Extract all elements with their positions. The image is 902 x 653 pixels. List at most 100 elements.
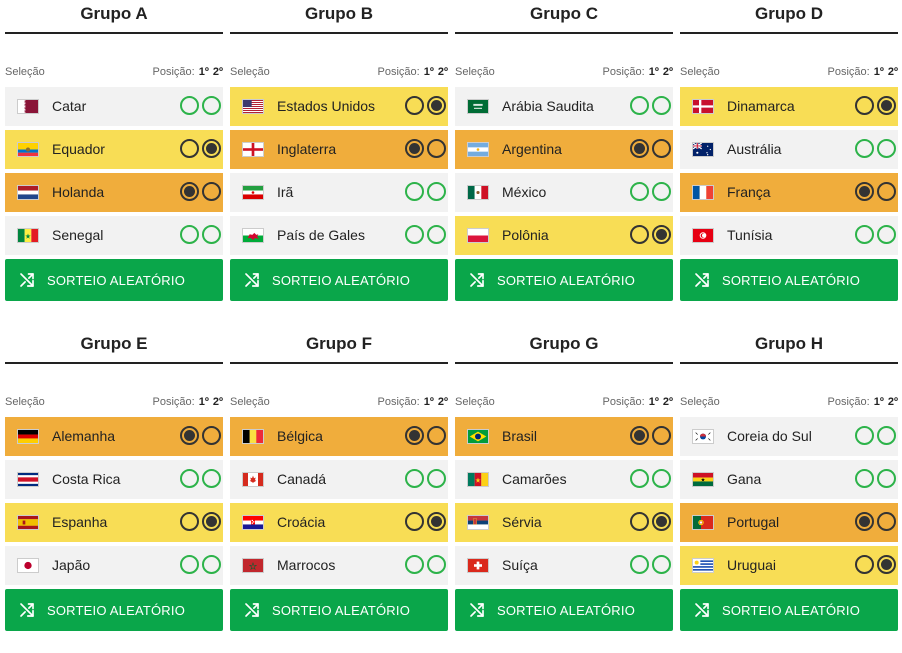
team-row[interactable]: Bélgica: [230, 417, 448, 456]
first-place-radio[interactable]: [180, 469, 199, 488]
random-draw-button[interactable]: SORTEIO ALEATÓRIO: [5, 259, 223, 301]
team-row[interactable]: Austrália: [680, 130, 898, 169]
first-place-radio[interactable]: [855, 182, 874, 201]
random-draw-button[interactable]: SORTEIO ALEATÓRIO: [680, 259, 898, 301]
team-row[interactable]: Espanha: [5, 503, 223, 542]
second-place-radio[interactable]: [202, 225, 221, 244]
second-place-radio[interactable]: [652, 555, 671, 574]
team-row[interactable]: Marrocos: [230, 546, 448, 585]
first-place-radio[interactable]: [180, 96, 199, 115]
team-row[interactable]: País de Gales: [230, 216, 448, 255]
first-place-radio[interactable]: [630, 469, 649, 488]
team-row[interactable]: Polônia: [455, 216, 673, 255]
team-row[interactable]: Inglaterra: [230, 130, 448, 169]
team-row[interactable]: Portugal: [680, 503, 898, 542]
first-place-radio[interactable]: [180, 555, 199, 574]
random-draw-button[interactable]: SORTEIO ALEATÓRIO: [455, 589, 673, 631]
first-place-radio[interactable]: [405, 426, 424, 445]
team-row[interactable]: Arábia Saudita: [455, 87, 673, 126]
second-place-radio[interactable]: [202, 96, 221, 115]
first-place-radio[interactable]: [855, 426, 874, 445]
first-place-radio[interactable]: [855, 555, 874, 574]
random-draw-button[interactable]: SORTEIO ALEATÓRIO: [230, 589, 448, 631]
team-row[interactable]: Irã: [230, 173, 448, 212]
second-place-radio[interactable]: [652, 426, 671, 445]
first-place-radio[interactable]: [855, 512, 874, 531]
second-place-radio[interactable]: [427, 469, 446, 488]
first-place-radio[interactable]: [405, 96, 424, 115]
second-place-radio[interactable]: [427, 139, 446, 158]
second-place-radio[interactable]: [877, 512, 896, 531]
first-place-radio[interactable]: [855, 139, 874, 158]
second-place-radio[interactable]: [652, 469, 671, 488]
first-place-radio[interactable]: [630, 225, 649, 244]
second-place-radio[interactable]: [877, 469, 896, 488]
second-place-radio[interactable]: [427, 96, 446, 115]
first-place-radio[interactable]: [405, 512, 424, 531]
second-place-radio[interactable]: [427, 225, 446, 244]
team-row[interactable]: Equador: [5, 130, 223, 169]
first-place-radio[interactable]: [630, 512, 649, 531]
team-row[interactable]: Dinamarca: [680, 87, 898, 126]
team-row[interactable]: México: [455, 173, 673, 212]
first-place-radio[interactable]: [180, 139, 199, 158]
first-place-radio[interactable]: [180, 225, 199, 244]
team-row[interactable]: Gana: [680, 460, 898, 499]
first-place-radio[interactable]: [630, 555, 649, 574]
second-place-radio[interactable]: [427, 512, 446, 531]
first-place-radio[interactable]: [855, 469, 874, 488]
team-row[interactable]: Holanda: [5, 173, 223, 212]
team-row[interactable]: França: [680, 173, 898, 212]
second-place-radio[interactable]: [877, 225, 896, 244]
second-place-radio[interactable]: [877, 426, 896, 445]
first-place-radio[interactable]: [180, 512, 199, 531]
first-place-radio[interactable]: [405, 225, 424, 244]
second-place-radio[interactable]: [652, 139, 671, 158]
second-place-radio[interactable]: [202, 555, 221, 574]
second-place-radio[interactable]: [652, 225, 671, 244]
team-row[interactable]: Argentina: [455, 130, 673, 169]
first-place-radio[interactable]: [405, 182, 424, 201]
first-place-radio[interactable]: [630, 426, 649, 445]
random-draw-button[interactable]: SORTEIO ALEATÓRIO: [455, 259, 673, 301]
team-row[interactable]: Brasil: [455, 417, 673, 456]
second-place-radio[interactable]: [202, 182, 221, 201]
team-row[interactable]: Croácia: [230, 503, 448, 542]
second-place-radio[interactable]: [202, 426, 221, 445]
random-draw-button[interactable]: SORTEIO ALEATÓRIO: [230, 259, 448, 301]
random-draw-button[interactable]: SORTEIO ALEATÓRIO: [5, 589, 223, 631]
first-place-radio[interactable]: [630, 96, 649, 115]
first-place-radio[interactable]: [855, 96, 874, 115]
second-place-radio[interactable]: [202, 512, 221, 531]
second-place-radio[interactable]: [652, 512, 671, 531]
team-row[interactable]: Costa Rica: [5, 460, 223, 499]
second-place-radio[interactable]: [202, 139, 221, 158]
second-place-radio[interactable]: [877, 139, 896, 158]
first-place-radio[interactable]: [630, 182, 649, 201]
first-place-radio[interactable]: [405, 555, 424, 574]
team-row[interactable]: Coreia do Sul: [680, 417, 898, 456]
second-place-radio[interactable]: [652, 96, 671, 115]
first-place-radio[interactable]: [855, 225, 874, 244]
second-place-radio[interactable]: [877, 96, 896, 115]
team-row[interactable]: Uruguai: [680, 546, 898, 585]
team-row[interactable]: Canadá: [230, 460, 448, 499]
team-row[interactable]: Suíça: [455, 546, 673, 585]
random-draw-button[interactable]: SORTEIO ALEATÓRIO: [680, 589, 898, 631]
first-place-radio[interactable]: [405, 469, 424, 488]
second-place-radio[interactable]: [877, 182, 896, 201]
team-row[interactable]: Alemanha: [5, 417, 223, 456]
first-place-radio[interactable]: [180, 182, 199, 201]
team-row[interactable]: Camarões: [455, 460, 673, 499]
first-place-radio[interactable]: [180, 426, 199, 445]
first-place-radio[interactable]: [630, 139, 649, 158]
first-place-radio[interactable]: [405, 139, 424, 158]
second-place-radio[interactable]: [427, 182, 446, 201]
second-place-radio[interactable]: [427, 555, 446, 574]
team-row[interactable]: Tunísia: [680, 216, 898, 255]
team-row[interactable]: Estados Unidos: [230, 87, 448, 126]
team-row[interactable]: Catar: [5, 87, 223, 126]
second-place-radio[interactable]: [427, 426, 446, 445]
second-place-radio[interactable]: [877, 555, 896, 574]
team-row[interactable]: Senegal: [5, 216, 223, 255]
